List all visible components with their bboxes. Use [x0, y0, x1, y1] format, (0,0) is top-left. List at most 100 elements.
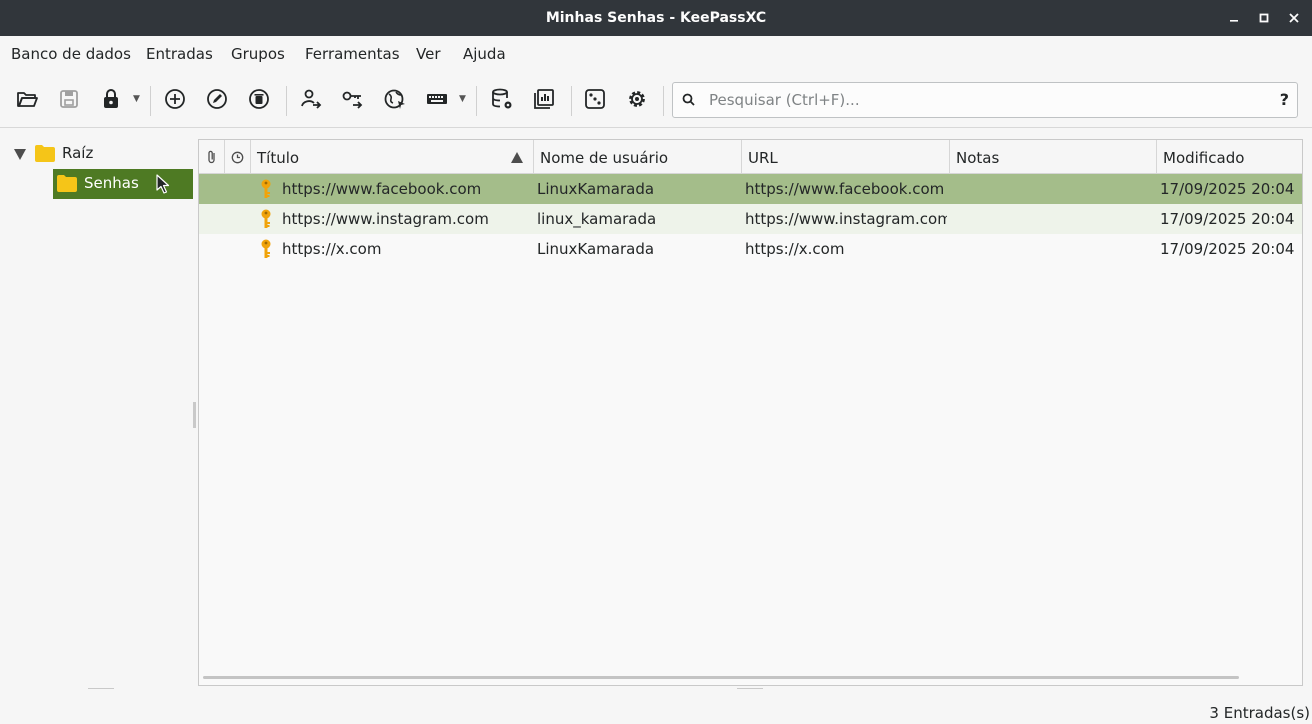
- paperclip-icon: [207, 150, 215, 164]
- search-icon: [682, 93, 695, 106]
- menu-entradas[interactable]: Entradas: [146, 36, 213, 72]
- save-database-button[interactable]: [54, 84, 84, 114]
- copy-password-button[interactable]: [338, 84, 368, 114]
- password-generator-button[interactable]: [580, 84, 610, 114]
- key-icon: [261, 239, 271, 258]
- autotype-dropdown-caret[interactable]: ▼: [459, 94, 466, 104]
- user-arrow-icon: [301, 89, 322, 109]
- column-notes[interactable]: Notas: [950, 140, 1157, 174]
- maximize-icon: [1259, 13, 1269, 23]
- key-icon: [261, 179, 271, 198]
- entry-url: https://x.com: [745, 240, 845, 258]
- splitter-handle[interactable]: [193, 402, 196, 428]
- globe-icon: [384, 89, 405, 109]
- tree-item-senhas[interactable]: Senhas: [53, 169, 193, 199]
- folder-open-icon: [17, 92, 38, 107]
- column-username[interactable]: Nome de usuário: [534, 140, 742, 174]
- close-icon: [1289, 13, 1299, 23]
- edit-circle-icon: [207, 89, 227, 109]
- toolbar-separator: [150, 86, 151, 116]
- tree-item-label: Raíz: [62, 144, 94, 162]
- menu-banco-de-dados[interactable]: Banco de dados: [11, 36, 131, 72]
- toolbar-separator: [286, 86, 287, 116]
- settings-button[interactable]: [622, 84, 652, 114]
- entry-url: https://www.facebook.com: [745, 180, 945, 198]
- new-entry-button[interactable]: [160, 84, 190, 114]
- gear-icon: [629, 91, 645, 107]
- mouse-cursor-icon: [156, 174, 170, 194]
- group-tree: Raíz Senhas: [0, 129, 196, 689]
- entry-title: https://www.facebook.com: [282, 180, 482, 198]
- search-help-button[interactable]: ?: [1280, 83, 1289, 117]
- tree-item-label: Senhas: [84, 174, 139, 192]
- column-expiry[interactable]: [225, 140, 251, 174]
- dice-icon: [585, 89, 605, 109]
- entry-modified: 17/09/2025 20:04: [1160, 240, 1295, 258]
- entry-username: linux_kamarada: [537, 210, 657, 228]
- lock-icon: [104, 89, 118, 108]
- column-notes-label: Notas: [956, 149, 1000, 167]
- search-box[interactable]: ?: [672, 82, 1298, 118]
- clock-icon: [231, 151, 244, 163]
- menu-ajuda[interactable]: Ajuda: [463, 36, 506, 72]
- database-gear-icon: [492, 88, 512, 109]
- database-settings-button[interactable]: [487, 84, 517, 114]
- column-modified-label: Modificado: [1163, 149, 1245, 167]
- entry-modified: 17/09/2025 20:04: [1160, 210, 1295, 228]
- menu-ferramentas[interactable]: Ferramentas: [305, 36, 400, 72]
- title-bar: Minhas Senhas - KeePassXC: [0, 0, 1312, 36]
- keyboard-icon: [427, 94, 447, 104]
- search-input[interactable]: [709, 83, 1269, 117]
- copy-username-button[interactable]: [296, 84, 326, 114]
- minimize-button[interactable]: [1225, 9, 1243, 27]
- entry-username: LinuxKamarada: [537, 240, 655, 258]
- menu-grupos[interactable]: Grupos: [231, 36, 285, 72]
- entry-username: LinuxKamarada: [537, 180, 655, 198]
- report-icon: [534, 89, 554, 109]
- entry-modified: 17/09/2025 20:04: [1160, 180, 1295, 198]
- add-circle-icon: [165, 89, 185, 109]
- sort-ascending-icon: [511, 152, 523, 163]
- folder-icon: [57, 175, 77, 192]
- column-url[interactable]: URL: [742, 140, 950, 174]
- delete-entry-button[interactable]: [244, 84, 274, 114]
- toolbar-separator: [476, 86, 477, 116]
- open-url-button[interactable]: [380, 84, 410, 114]
- expand-arrow-icon: [14, 149, 26, 160]
- close-button[interactable]: [1285, 9, 1303, 27]
- column-title[interactable]: Título: [251, 140, 534, 174]
- column-modified[interactable]: Modificado: [1157, 140, 1302, 174]
- toolbar: ▼ ▼ ?: [0, 72, 1312, 128]
- menu-bar: Banco de dados Entradas Grupos Ferrament…: [0, 36, 1312, 72]
- edit-entry-button[interactable]: [202, 84, 232, 114]
- entry-title: https://www.instagram.com: [282, 210, 489, 228]
- tree-item-root[interactable]: Raíz: [0, 139, 196, 169]
- key-arrow-icon: [342, 91, 363, 109]
- column-title-label: Título: [257, 149, 300, 167]
- splitter-handle[interactable]: [88, 688, 114, 689]
- entry-title: https://x.com: [282, 240, 382, 258]
- lock-database-button[interactable]: [96, 84, 126, 114]
- toolbar-separator: [571, 86, 572, 116]
- database-reports-button[interactable]: [529, 84, 559, 114]
- minimize-icon: [1230, 20, 1238, 22]
- table-row[interactable]: https://x.com LinuxKamarada https://x.co…: [199, 234, 1302, 264]
- open-database-button[interactable]: [12, 84, 42, 114]
- menu-ver[interactable]: Ver: [416, 36, 441, 72]
- save-icon: [60, 90, 78, 108]
- column-username-label: Nome de usuário: [540, 149, 669, 167]
- horizontal-scrollbar[interactable]: [203, 676, 1239, 679]
- table-row[interactable]: https://www.instagram.com linux_kamarada…: [199, 204, 1302, 234]
- status-entries-count: 3 Entradas(s): [1209, 704, 1310, 722]
- window-title: Minhas Senhas - KeePassXC: [545, 10, 767, 26]
- toolbar-separator: [663, 86, 664, 116]
- autotype-button[interactable]: [422, 84, 452, 114]
- lock-dropdown-caret[interactable]: ▼: [133, 94, 140, 104]
- maximize-button[interactable]: [1255, 9, 1273, 27]
- table-row[interactable]: https://www.facebook.com LinuxKamarada h…: [199, 174, 1302, 204]
- key-icon: [261, 209, 271, 228]
- column-attachment[interactable]: [199, 140, 225, 174]
- entry-url: https://www.instagram.com: [745, 210, 947, 228]
- splitter-handle[interactable]: [737, 688, 763, 689]
- table-header: Título Nome de usuário URL Notas Modific…: [199, 140, 1302, 174]
